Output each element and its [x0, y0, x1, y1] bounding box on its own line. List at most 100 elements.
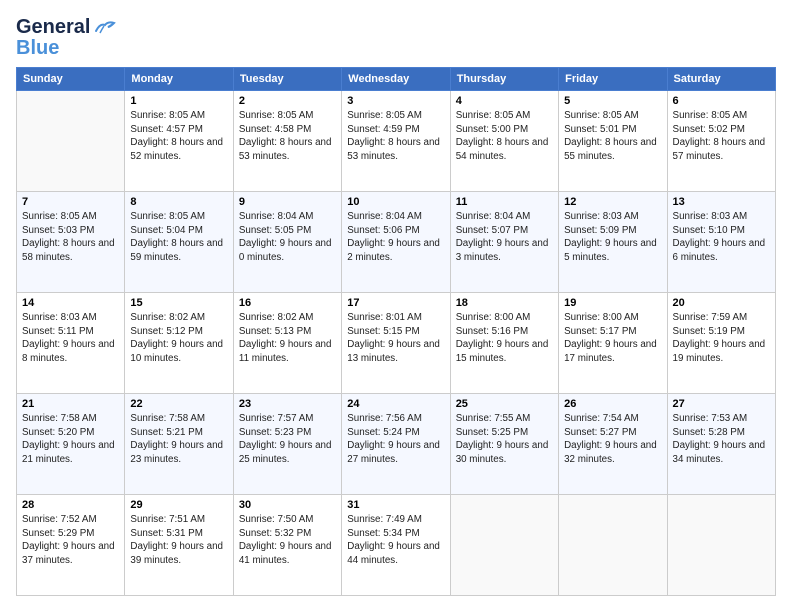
day-number: 26	[564, 398, 661, 410]
day-number: 11	[456, 196, 553, 208]
day-number: 30	[239, 499, 336, 511]
day-number: 19	[564, 297, 661, 309]
day-number: 8	[130, 196, 227, 208]
calendar-cell: 26 Sunrise: 7:54 AMSunset: 5:27 PMDayligh…	[559, 394, 667, 495]
cell-info: Sunrise: 7:49 AMSunset: 5:34 PMDaylight:…	[347, 513, 444, 568]
calendar-week-row: 1 Sunrise: 8:05 AMSunset: 4:57 PMDaylight…	[17, 91, 776, 192]
weekday-header: Saturday	[667, 68, 775, 91]
weekday-header: Tuesday	[233, 68, 341, 91]
calendar-cell: 6Sunrise: 8:05 AMSunset: 5:02 PMDaylight…	[667, 91, 775, 192]
calendar-cell: 1 Sunrise: 8:05 AMSunset: 4:57 PMDaylight…	[125, 91, 233, 192]
day-number: 14	[22, 297, 119, 309]
header: General Blue	[16, 16, 776, 57]
weekday-header: Sunday	[17, 68, 125, 91]
calendar-week-row: 21 Sunrise: 7:58 AMSunset: 5:20 PMDayligh…	[17, 394, 776, 495]
cell-info: Sunrise: 8:04 AMSunset: 5:05 PMDaylight:…	[239, 210, 336, 265]
logo-bird-icon	[94, 19, 116, 37]
logo-blue: Blue	[16, 39, 59, 57]
cell-info: Sunrise: 7:51 AMSunset: 5:31 PMDaylight:…	[130, 513, 227, 568]
calendar-cell: 22Sunrise: 7:58 AMSunset: 5:21 PMDayligh…	[125, 394, 233, 495]
day-number: 12	[564, 196, 661, 208]
calendar-cell: 19 Sunrise: 8:00 AMSunset: 5:17 PMDayligh…	[559, 293, 667, 394]
day-number: 3	[347, 95, 444, 107]
cell-info: Sunrise: 8:00 AMSunset: 5:16 PMDaylight:…	[456, 311, 553, 366]
calendar-cell: 28 Sunrise: 7:52 AMSunset: 5:29 PMDayligh…	[17, 495, 125, 596]
cell-info: Sunrise: 7:53 AMSunset: 5:28 PMDaylight:…	[673, 412, 770, 467]
calendar-cell: 7 Sunrise: 8:05 AMSunset: 5:03 PMDaylight…	[17, 192, 125, 293]
day-number: 21	[22, 398, 119, 410]
cell-info: Sunrise: 8:05 AMSunset: 5:03 PMDaylight:…	[22, 210, 119, 265]
logo: General Blue	[16, 16, 116, 57]
weekday-header: Thursday	[450, 68, 558, 91]
day-number: 7	[22, 196, 119, 208]
cell-info: Sunrise: 7:58 AMSunset: 5:20 PMDaylight:…	[22, 412, 119, 467]
calendar-cell: 18 Sunrise: 8:00 AMSunset: 5:16 PMDayligh…	[450, 293, 558, 394]
cell-info: Sunrise: 8:05 AMSunset: 4:59 PMDaylight:…	[347, 109, 444, 164]
cell-info: Sunrise: 8:05 AMSunset: 5:02 PMDaylight:…	[673, 109, 770, 164]
day-number: 31	[347, 499, 444, 511]
cell-info: Sunrise: 8:05 AMSunset: 5:04 PMDaylight:…	[130, 210, 227, 265]
calendar-cell: 4 Sunrise: 8:05 AMSunset: 5:00 PMDaylight…	[450, 91, 558, 192]
cell-info: Sunrise: 8:04 AMSunset: 5:07 PMDaylight:…	[456, 210, 553, 265]
cell-info: Sunrise: 7:58 AMSunset: 5:21 PMDaylight:…	[130, 412, 227, 467]
calendar-cell: 15 Sunrise: 8:02 AMSunset: 5:12 PMDayligh…	[125, 293, 233, 394]
page: General Blue SundayMondayTuesdayWednesda…	[0, 0, 792, 612]
cell-info: Sunrise: 7:55 AMSunset: 5:25 PMDaylight:…	[456, 412, 553, 467]
cell-info: Sunrise: 7:57 AMSunset: 5:23 PMDaylight:…	[239, 412, 336, 467]
calendar-cell: 27Sunrise: 7:53 AMSunset: 5:28 PMDayligh…	[667, 394, 775, 495]
day-number: 24	[347, 398, 444, 410]
day-number: 20	[673, 297, 770, 309]
cell-info: Sunrise: 8:05 AMSunset: 5:01 PMDaylight:…	[564, 109, 661, 164]
calendar-cell: 11 Sunrise: 8:04 AMSunset: 5:07 PMDayligh…	[450, 192, 558, 293]
cell-info: Sunrise: 8:01 AMSunset: 5:15 PMDaylight:…	[347, 311, 444, 366]
calendar-cell	[17, 91, 125, 192]
cell-info: Sunrise: 7:54 AMSunset: 5:27 PMDaylight:…	[564, 412, 661, 467]
day-number: 16	[239, 297, 336, 309]
cell-info: Sunrise: 8:05 AMSunset: 4:57 PMDaylight:…	[130, 109, 227, 164]
cell-info: Sunrise: 7:59 AMSunset: 5:19 PMDaylight:…	[673, 311, 770, 366]
cell-info: Sunrise: 8:05 AMSunset: 4:58 PMDaylight:…	[239, 109, 336, 164]
day-number: 29	[130, 499, 227, 511]
logo-general: General	[16, 16, 90, 38]
day-number: 15	[130, 297, 227, 309]
day-number: 18	[456, 297, 553, 309]
day-number: 4	[456, 95, 553, 107]
calendar-cell: 25Sunrise: 7:55 AMSunset: 5:25 PMDayligh…	[450, 394, 558, 495]
calendar-cell: 30Sunrise: 7:50 AMSunset: 5:32 PMDayligh…	[233, 495, 341, 596]
day-number: 10	[347, 196, 444, 208]
cell-info: Sunrise: 8:04 AMSunset: 5:06 PMDaylight:…	[347, 210, 444, 265]
calendar-cell	[559, 495, 667, 596]
calendar-header: SundayMondayTuesdayWednesdayThursdayFrid…	[17, 68, 776, 91]
cell-info: Sunrise: 8:02 AMSunset: 5:13 PMDaylight:…	[239, 311, 336, 366]
weekday-header: Wednesday	[342, 68, 450, 91]
calendar-cell: 13 Sunrise: 8:03 AMSunset: 5:10 PMDayligh…	[667, 192, 775, 293]
cell-info: Sunrise: 8:05 AMSunset: 5:00 PMDaylight:…	[456, 109, 553, 164]
calendar-cell	[667, 495, 775, 596]
day-number: 28	[22, 499, 119, 511]
cell-info: Sunrise: 8:03 AMSunset: 5:10 PMDaylight:…	[673, 210, 770, 265]
cell-info: Sunrise: 8:03 AMSunset: 5:11 PMDaylight:…	[22, 311, 119, 366]
day-number: 17	[347, 297, 444, 309]
calendar-cell: 29 Sunrise: 7:51 AMSunset: 5:31 PMDayligh…	[125, 495, 233, 596]
day-number: 2	[239, 95, 336, 107]
calendar-cell	[450, 495, 558, 596]
calendar-cell: 21 Sunrise: 7:58 AMSunset: 5:20 PMDayligh…	[17, 394, 125, 495]
day-number: 5	[564, 95, 661, 107]
weekday-header: Friday	[559, 68, 667, 91]
day-number: 1	[130, 95, 227, 107]
cell-info: Sunrise: 8:03 AMSunset: 5:09 PMDaylight:…	[564, 210, 661, 265]
cell-info: Sunrise: 8:00 AMSunset: 5:17 PMDaylight:…	[564, 311, 661, 366]
calendar-week-row: 28 Sunrise: 7:52 AMSunset: 5:29 PMDayligh…	[17, 495, 776, 596]
calendar-cell: 31 Sunrise: 7:49 AMSunset: 5:34 PMDayligh…	[342, 495, 450, 596]
calendar-cell: 16 Sunrise: 8:02 AMSunset: 5:13 PMDayligh…	[233, 293, 341, 394]
calendar-table: SundayMondayTuesdayWednesdayThursdayFrid…	[16, 67, 776, 596]
calendar-cell: 8 Sunrise: 8:05 AMSunset: 5:04 PMDaylight…	[125, 192, 233, 293]
day-number: 13	[673, 196, 770, 208]
day-number: 9	[239, 196, 336, 208]
day-number: 23	[239, 398, 336, 410]
cell-info: Sunrise: 7:52 AMSunset: 5:29 PMDaylight:…	[22, 513, 119, 568]
cell-info: Sunrise: 8:02 AMSunset: 5:12 PMDaylight:…	[130, 311, 227, 366]
calendar-week-row: 14 Sunrise: 8:03 AMSunset: 5:11 PMDayligh…	[17, 293, 776, 394]
calendar-body: 1 Sunrise: 8:05 AMSunset: 4:57 PMDaylight…	[17, 91, 776, 596]
cell-info: Sunrise: 7:56 AMSunset: 5:24 PMDaylight:…	[347, 412, 444, 467]
